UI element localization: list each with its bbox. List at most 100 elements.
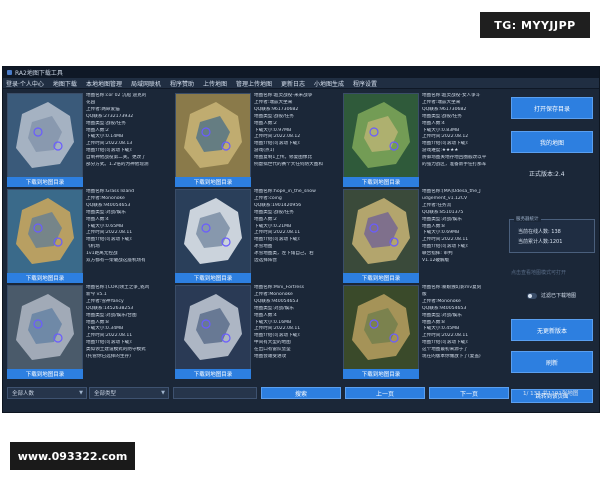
today-users: 当前累计人数:1201 [518,239,563,245]
players-select[interactable]: 全部人数 ▼ [7,387,87,399]
map-thumbnail[interactable] [175,189,251,275]
map-info: 地图名称:超灵战役-米米战争 上传者:瑞兹大坐来 QQ联系:961730682 地图类… [254,93,338,187]
menu-item-upload[interactable]: 上传地图 [203,79,227,88]
map-info-line: 地图类型:对战/娱乐 [422,216,462,222]
map-thumbnail[interactable] [343,285,419,371]
map-thumbnail[interactable] [175,93,251,179]
map-info-line: 上传时间:2022.08.11 [254,326,301,332]
map-info-line: 下载大小:0.45MB [422,326,460,332]
map-preview-image [176,94,250,178]
map-thumbnail[interactable] [343,93,419,179]
map-info-line: 部分方式。1.2倍的为神他现测 [86,162,149,168]
title-bar: RA2地图下载工具 [3,67,599,78]
map-info-line: 上传者:瑞兹大坐来 [254,99,293,105]
map-thumbnail[interactable] [343,189,419,275]
map-info-line: 地图人数:4 [422,120,445,126]
map-info-line: 地图人数:4 [86,216,109,222]
download-to-dir-button[interactable]: 下载到地图目录 [343,177,419,187]
menu-item-changelog[interactable]: 更新日志 [281,79,305,88]
map-info: 地图名称:Mini_Fortress 上传者:Mononoke QQ联系:94005… [254,285,338,379]
map-info-line: 上传者:Mononoke [422,298,461,304]
download-to-dir-button[interactable]: 下载到地图目录 [7,177,83,187]
map-info-line: 游戏(点1) [254,148,275,154]
map-info-line: 地图名称:[MA]Odesa_the_J [422,189,481,194]
players-select-value: 全部人数 [12,391,35,397]
map-card: 下载到地图目录 地图名称:Grass Island 上传者:Mononoke QQ联系… [7,189,170,285]
map-thumbnail[interactable] [175,285,251,371]
map-info-line: 类似领土建设模式的防守模式 [86,347,146,353]
map-preview-image [344,286,418,370]
map-thumbnail[interactable] [7,93,83,179]
map-info-line: QQ联系:940054653 [254,298,299,304]
map-preview-image [8,190,82,274]
menu-item-local-maps[interactable]: 本地地图管理 [86,79,122,88]
menu-item-manage-uploads[interactable]: 管理上传地图 [236,79,272,88]
menu-item-lan[interactable]: 局域网联机 [131,79,161,88]
bottom-bar: 全部人数 ▼ 全部类型 ▼ 搜索 上一页 下一页 1/ 133 共1191张地图 [3,383,599,405]
map-info-line: 下载大小:0.97MB [254,127,292,133]
map-info-line: 地图复制1上传。修复图像比 [254,155,313,161]
refresh-button[interactable]: 刷新 [511,351,593,373]
map-info: 地图名称:[MA]Odesa_the_J udgement_v1.12CV 上传者:… [422,189,506,283]
map-info-line: 下载大小:0.34MB [86,326,124,332]
download-to-dir-button[interactable]: 下载到地图目录 [343,273,419,283]
map-info-line: 防御场图关地存地回圈般改以平 [422,155,487,161]
map-info-line: 下载大小:0.83MB [422,127,460,133]
type-select[interactable]: 全部类型 ▼ [89,387,169,399]
map-info-line: 上传者:瑞兹大坐来 [422,99,461,105]
map-preview-image [176,286,250,370]
download-to-dir-button[interactable]: 下载到地图目录 [175,273,251,283]
map-info-line: 地图介绍(可滚动下载): [86,340,133,346]
map-info-line: QQ联系:2732173932 [86,113,134,119]
map-preview-image [8,286,82,370]
check-update-button[interactable]: 无更新版本 [511,319,593,341]
page-info: 1/ 133 共1191张地图 [523,391,579,397]
open-dir-button[interactable]: 打开保存目录 [511,97,593,119]
map-info-line: 上传时间:2022.08.11 [86,230,133,236]
map-card: 下载到地图目录 地图名称:hope_in_the_snow 上传者:coing QQ联… [175,189,338,285]
menu-item-donate[interactable]: 程序赞助 [170,79,194,88]
map-info-line: 上传时间:2022.08.12 [254,134,301,140]
map-info-line: 版 [422,291,427,297]
map-info-line: 地图名称:Mini_Fortress [254,285,305,290]
map-info-line: QQ联系:85101375 [422,209,464,215]
menu-item-settings[interactable]: 程序设置 [353,79,377,88]
map-info-line: 地图介绍(可滚动下载): [254,333,301,339]
map-info-line: V1.12破解版 [422,258,450,264]
next-page-button[interactable]: 下一页 [429,387,509,399]
filter-downloaded-toggle[interactable] [527,293,537,299]
map-thumbnail[interactable] [7,285,83,371]
map-info-line: 上传者:任务流 [422,202,452,208]
search-input[interactable] [173,387,257,399]
map-info-line: 地图会遭受进攻 [254,354,287,360]
map-info: 地图名称:Grass Island 上传者:Mononoke QQ联系:940054… [86,189,170,283]
map-info-line: 地图人数:4 [254,312,277,318]
download-to-dir-button[interactable]: 下载到地图目录 [175,177,251,187]
map-preview-image [176,190,250,274]
menu-item-map-download[interactable]: 地图下载 [53,79,77,88]
my-maps-button[interactable]: 我的地图 [511,131,593,153]
map-info-line: udgement_v1.12CV [422,195,468,201]
menu-item-login[interactable]: 登录·个人中心 [6,79,44,88]
search-button[interactable]: 搜索 [261,387,341,399]
download-to-dir-button[interactable]: 下载到地图目录 [7,369,83,379]
map-info-line: 飞机场 [86,244,100,250]
menu-item-minimap[interactable]: 小地图生成 [314,79,344,88]
map-info-line: 地图介绍(可滚动下载): [422,340,469,346]
map-info-line: 地图类型:对战/娱乐 [422,312,462,318]
map-thumbnail[interactable] [7,189,83,275]
map-info-line: 地图类型:战役/任务 [254,113,294,119]
download-to-dir-button[interactable]: 下载到地图目录 [343,369,419,379]
prev-page-button[interactable]: 上一页 [345,387,425,399]
map-info-line: QQ联系:961730682 [254,106,299,112]
map-info-line: 上传时间:2022.08.13 [86,141,133,147]
map-info-line: 上传时间:2022.08.11 [86,333,133,339]
map-info-line: 下载大小:0.14MB [86,134,124,140]
map-info-line: QQ联系:940054653 [422,305,467,311]
download-to-dir-button[interactable]: 下载到地图目录 [7,273,83,283]
download-to-dir-button[interactable]: 下载到地图目录 [175,369,251,379]
map-card: 下载到地图目录 地图名称:Mini_Fortress 上传者:Mononoke QQ联… [175,285,338,381]
map-info-line: 地图类型:对战/娱乐 [254,305,294,311]
map-info-line: 上传者:雪神Yancy [86,298,124,304]
map-preview-image [344,190,418,274]
